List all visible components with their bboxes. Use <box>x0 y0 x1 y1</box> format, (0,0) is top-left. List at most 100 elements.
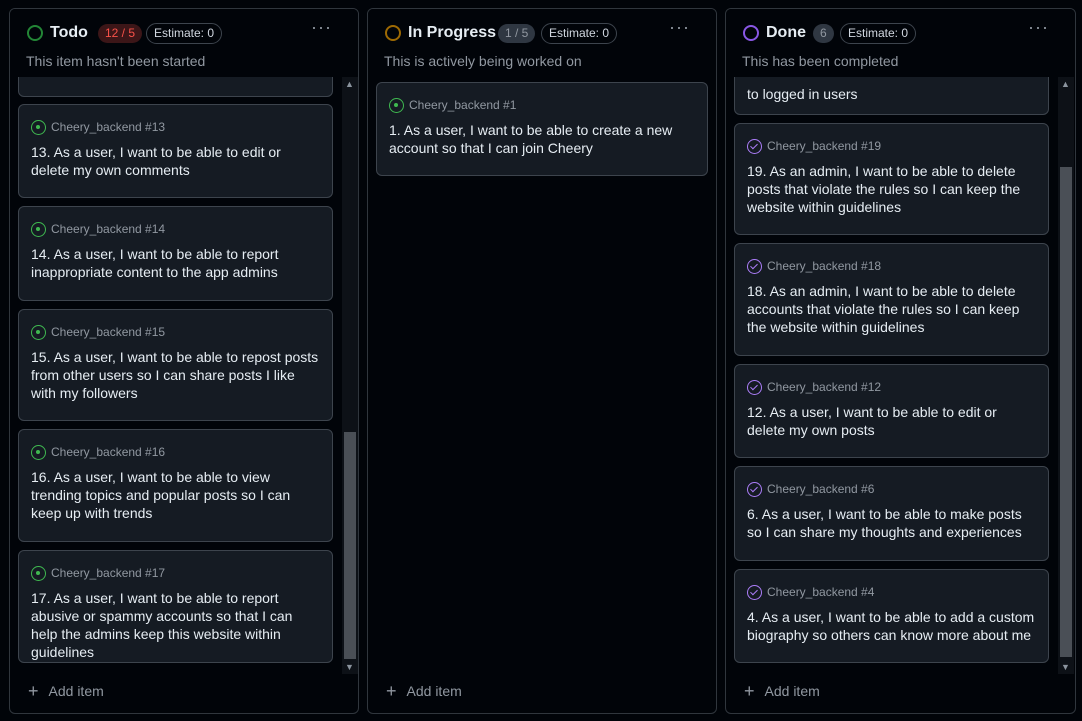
card-title[interactable]: 4. As a user, I want to be able to add a… <box>747 608 1038 644</box>
card[interactable]: Cheery_backend #17 17. As a user, I want… <box>18 550 333 663</box>
more-options-button[interactable]: ··· <box>669 18 690 36</box>
card[interactable]: Cheery_backend #14 14. As a user, I want… <box>18 206 333 301</box>
issue-opened-icon <box>31 324 46 340</box>
item-count-badge: 6 <box>813 24 834 43</box>
card-title[interactable]: to logged in users <box>747 85 1038 103</box>
plus-icon: + <box>28 681 39 701</box>
card[interactable]: Cheery_backend #1 1. As a user, I want t… <box>376 82 708 176</box>
scroll-up-icon[interactable]: ▲ <box>1061 79 1070 89</box>
issue-closed-icon <box>747 379 762 395</box>
card-meta: Cheery_backend #16 <box>31 444 165 460</box>
column-title: Todo <box>50 24 88 41</box>
column-header: Done 6 Estimate: 0 ··· This has been com… <box>726 9 1075 77</box>
cards-list: Cheery_backend #13 13. As a user, I want… <box>10 77 358 674</box>
card[interactable]: Cheery_backend #15 15. As a user, I want… <box>18 309 333 421</box>
issue-opened-icon <box>31 565 46 581</box>
column-title: In Progress <box>408 24 497 41</box>
card-title[interactable]: 15. As a user, I want to be able to repo… <box>31 348 322 402</box>
add-item-label: Add item <box>764 683 820 699</box>
scroll-down-icon[interactable]: ▼ <box>345 662 354 672</box>
issue-closed-icon <box>747 258 762 274</box>
card-meta: Cheery_backend #4 <box>747 584 874 600</box>
card-meta: Cheery_backend #18 <box>747 258 881 274</box>
scroll-thumb[interactable] <box>344 432 356 659</box>
column-title: Done <box>766 24 806 41</box>
card-repo-link[interactable]: Cheery_backend #18 <box>767 259 881 273</box>
column-description: This is actively being worked on <box>384 53 582 69</box>
add-item-button[interactable]: + Add item <box>28 681 104 701</box>
more-options-button[interactable]: ··· <box>1028 18 1049 36</box>
estimate-badge: Estimate: 0 <box>146 23 223 44</box>
vertical-scrollbar[interactable]: ▲ ▼ <box>342 77 358 674</box>
card[interactable]: to logged in users <box>734 77 1049 115</box>
card-meta: Cheery_backend #1 <box>389 97 516 113</box>
card-meta: Cheery_backend #14 <box>31 221 165 237</box>
plus-icon: + <box>744 681 755 701</box>
card-repo-link[interactable]: Cheery_backend #13 <box>51 120 165 134</box>
card-meta: Cheery_backend #13 <box>31 119 165 135</box>
add-item-button[interactable]: + Add item <box>386 681 462 701</box>
column-description: This item hasn't been started <box>26 53 206 69</box>
card-meta: Cheery_backend #19 <box>747 138 881 154</box>
more-options-button[interactable]: ··· <box>311 18 332 36</box>
card-meta: Cheery_backend #6 <box>747 481 874 497</box>
add-item-button[interactable]: + Add item <box>744 681 820 701</box>
status-circle-icon <box>27 25 43 41</box>
card-title[interactable]: 18. As an admin, I want to be able to de… <box>747 282 1038 336</box>
card-repo-link[interactable]: Cheery_backend #12 <box>767 380 881 394</box>
card[interactable]: Cheery_backend #13 13. As a user, I want… <box>18 104 333 198</box>
card-repo-link[interactable]: Cheery_backend #1 <box>409 98 516 112</box>
card-repo-link[interactable]: Cheery_backend #6 <box>767 482 874 496</box>
card[interactable]: Cheery_backend #6 6. As a user, I want t… <box>734 466 1049 561</box>
card-repo-link[interactable]: Cheery_backend #16 <box>51 445 165 459</box>
issue-closed-icon <box>747 481 762 497</box>
card-repo-link[interactable]: Cheery_backend #4 <box>767 585 874 599</box>
issue-opened-icon <box>31 119 46 135</box>
item-count-badge: 1 / 5 <box>498 24 536 43</box>
card-meta: Cheery_backend #17 <box>31 565 165 581</box>
add-item-label: Add item <box>48 683 104 699</box>
issue-closed-icon <box>747 584 762 600</box>
card[interactable]: Cheery_backend #12 12. As a user, I want… <box>734 364 1049 458</box>
column-header: Todo 12 / 5 Estimate: 0 ··· This item ha… <box>10 9 358 77</box>
cards-list: Cheery_backend #1 1. As a user, I want t… <box>368 77 716 674</box>
add-item-label: Add item <box>406 683 462 699</box>
card-title[interactable]: 6. As a user, I want to be able to make … <box>747 505 1038 541</box>
estimate-badge: Estimate: 0 <box>840 23 917 44</box>
card-repo-link[interactable]: Cheery_backend #15 <box>51 325 165 339</box>
column-in-progress: In Progress 1 / 5 Estimate: 0 ··· This i… <box>367 8 717 714</box>
status-circle-icon <box>743 25 759 41</box>
card[interactable] <box>18 77 333 97</box>
plus-icon: + <box>386 681 397 701</box>
scroll-up-icon[interactable]: ▲ <box>345 79 354 89</box>
card-repo-link[interactable]: Cheery_backend #14 <box>51 222 165 236</box>
column-description: This has been completed <box>742 53 899 69</box>
scroll-thumb[interactable] <box>1060 167 1072 657</box>
card[interactable]: Cheery_backend #4 4. As a user, I want t… <box>734 569 1049 663</box>
issue-closed-icon <box>747 138 762 154</box>
column-done: Done 6 Estimate: 0 ··· This has been com… <box>725 8 1076 714</box>
issue-opened-icon <box>31 444 46 460</box>
card[interactable]: Cheery_backend #18 18. As an admin, I wa… <box>734 243 1049 356</box>
item-count-badge: 12 / 5 <box>98 24 143 43</box>
column-header: In Progress 1 / 5 Estimate: 0 ··· This i… <box>368 9 716 77</box>
cards-list: to logged in users Cheery_backend #19 19… <box>726 77 1075 674</box>
card-title[interactable]: 14. As a user, I want to be able to repo… <box>31 245 322 281</box>
card[interactable]: Cheery_backend #19 19. As an admin, I wa… <box>734 123 1049 235</box>
card-meta: Cheery_backend #12 <box>747 379 881 395</box>
card-meta: Cheery_backend #15 <box>31 324 165 340</box>
card-title[interactable]: 16. As a user, I want to be able to view… <box>31 468 322 522</box>
card-title[interactable]: 1. As a user, I want to be able to creat… <box>389 121 697 157</box>
card-title[interactable]: 12. As a user, I want to be able to edit… <box>747 403 1038 439</box>
card-repo-link[interactable]: Cheery_backend #17 <box>51 566 165 580</box>
card-title[interactable]: 19. As an admin, I want to be able to de… <box>747 162 1038 216</box>
vertical-scrollbar[interactable]: ▲ ▼ <box>1058 77 1074 674</box>
card-title[interactable]: 17. As a user, I want to be able to repo… <box>31 589 322 661</box>
card-repo-link[interactable]: Cheery_backend #19 <box>767 139 881 153</box>
scroll-down-icon[interactable]: ▼ <box>1061 662 1070 672</box>
card[interactable]: Cheery_backend #16 16. As a user, I want… <box>18 429 333 542</box>
estimate-badge: Estimate: 0 <box>541 23 618 44</box>
issue-opened-icon <box>389 97 404 113</box>
status-circle-icon <box>385 25 401 41</box>
card-title[interactable]: 13. As a user, I want to be able to edit… <box>31 143 322 179</box>
